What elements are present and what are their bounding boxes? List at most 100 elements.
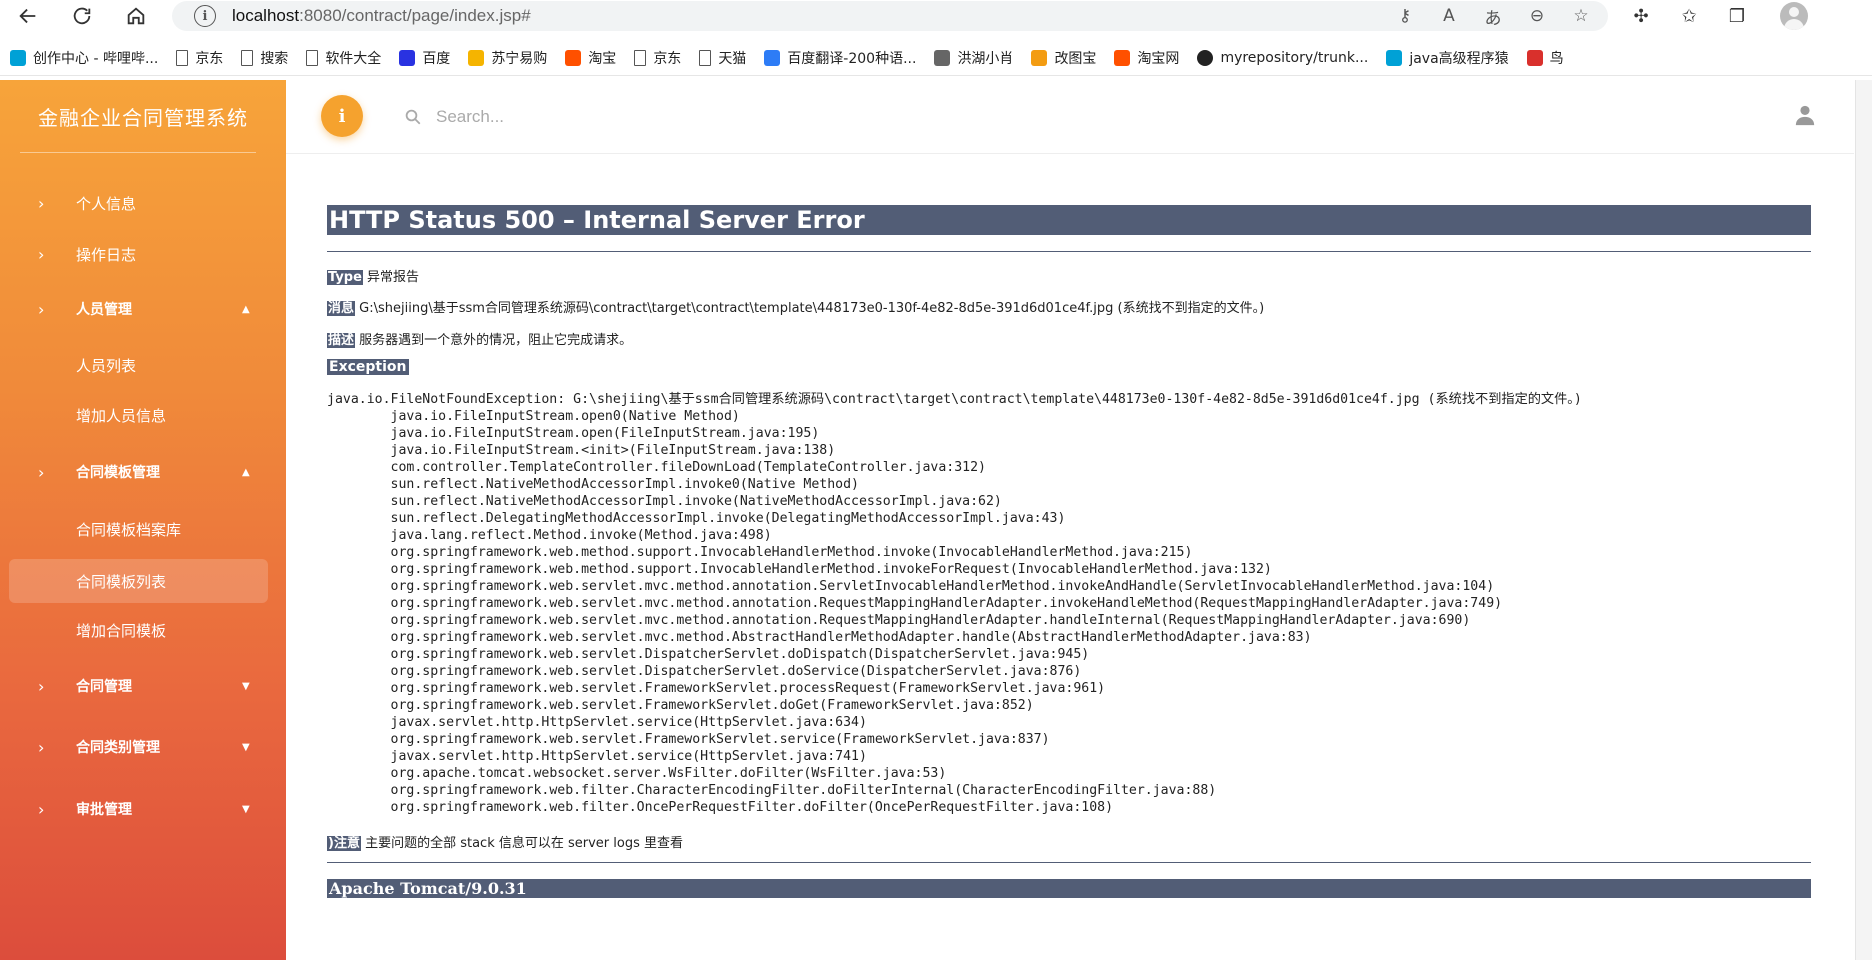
sidebar-sub-template-archive[interactable]: 合同模板档案库	[0, 507, 286, 551]
sidebar-sub-add-template[interactable]: 增加合同模板	[0, 608, 286, 652]
arrow-left-icon	[19, 8, 36, 24]
extensions-icon[interactable]: ✣	[1628, 3, 1654, 29]
document-icon	[634, 49, 647, 66]
bookmark-label: 鸟	[1549, 50, 1564, 67]
sidebar-item-approval-mgmt[interactable]: › 审批管理 ▼	[0, 787, 286, 831]
sidebar-item-contract-mgmt[interactable]: › 合同管理 ▼	[0, 664, 286, 708]
description-label: 描述	[327, 333, 356, 348]
bookmark-item[interactable]: java高级程序猿	[1386, 48, 1509, 68]
caret-down-icon: ▼	[242, 803, 250, 815]
suning-icon	[468, 49, 485, 66]
bookmark-label: 京东	[653, 50, 682, 67]
profile-avatar[interactable]	[1780, 2, 1808, 30]
bookmark-label: 搜索	[260, 50, 289, 67]
sidebar-item-template-mgmt[interactable]: › 合同模板管理 ▲	[0, 450, 286, 494]
bookmark-label: 软件大全	[325, 50, 382, 67]
page-scrollbar[interactable]	[1855, 80, 1872, 960]
sidebar-sub-template-list[interactable]: 合同模板列表	[9, 559, 268, 603]
message-value: G:\shejiing\基于ssm合同管理系统源码\contract\targe…	[355, 301, 1265, 316]
bookmark-label: 天猫	[718, 50, 747, 67]
bookmark-item[interactable]: 淘宝网	[1114, 48, 1179, 68]
type-label: Type	[327, 270, 363, 285]
home-button[interactable]	[120, 0, 152, 32]
search-input[interactable]	[436, 102, 1036, 132]
read-aloud-icon[interactable]: A	[1436, 4, 1462, 28]
sidebar-item-staff-mgmt[interactable]: › 人员管理 ▲	[0, 287, 286, 331]
bookmark-label: myrepository/trunk...	[1220, 49, 1369, 66]
bookmark-item[interactable]: 京东	[634, 48, 681, 68]
bookmark-item[interactable]: 百度	[399, 48, 450, 68]
url-text[interactable]: localhost:8080/contract/page/index.jsp#	[232, 6, 531, 26]
info-button[interactable]: i	[321, 95, 363, 137]
bookmark-item[interactable]: 搜索	[241, 48, 288, 68]
error-type-line: Type 异常报告	[327, 266, 419, 285]
sidebar-sub-add-staff[interactable]: 增加人员信息	[0, 393, 286, 437]
browser-actions: ✣ ✩ ❐	[1628, 0, 1808, 32]
sidebar: 金融企业合同管理系统 › 个人信息 › 操作日志 › 人员管理 ▲ 人员列表 增…	[0, 80, 286, 960]
favorites-icon[interactable]: ✩	[1676, 3, 1702, 29]
bookmark-label: 创作中心 - 哔哩哔...	[33, 50, 159, 67]
bookmark-item[interactable]: 改图宝	[1031, 48, 1096, 68]
bookmark-label: 改图宝	[1054, 50, 1097, 67]
document-icon	[176, 49, 189, 66]
bird-icon	[934, 49, 951, 66]
document-icon	[306, 49, 319, 66]
home-icon	[127, 7, 145, 25]
bookmark-label: 淘宝	[588, 50, 617, 67]
bookmark-label: 苏宁易购	[491, 50, 548, 67]
github-icon	[1197, 49, 1214, 66]
sidebar-item-contract-type-mgmt[interactable]: › 合同类别管理 ▼	[0, 725, 286, 769]
exception-heading: Exception	[327, 359, 409, 375]
bookmark-item[interactable]: 鸟	[1526, 48, 1564, 68]
reload-icon	[73, 7, 91, 25]
bookmark-label: java高级程序猿	[1409, 50, 1509, 67]
description-value: 服务器遇到一个意外的情况，阻止它完成请求。	[355, 333, 633, 348]
sidebar-item-operation-log[interactable]: › 操作日志	[0, 232, 286, 276]
site-info-icon[interactable]: i	[194, 5, 216, 27]
user-icon[interactable]	[1794, 104, 1816, 126]
collections-icon[interactable]: ❐	[1724, 3, 1750, 29]
bookmark-label: 洪湖小肖	[957, 50, 1014, 67]
bookmark-item[interactable]: 淘宝	[565, 48, 616, 68]
bookmark-item[interactable]: myrepository/trunk...	[1197, 49, 1369, 66]
bookmark-item[interactable]: 软件大全	[306, 48, 381, 68]
sidebar-item-personal-info[interactable]: › 个人信息	[0, 181, 286, 225]
chevron-right-icon: ›	[38, 244, 45, 264]
error-title: HTTP Status 500 – Internal Server Error	[327, 205, 1811, 235]
bookmark-label: 淘宝网	[1137, 50, 1180, 67]
sidebar-sub-staff-list[interactable]: 人员列表	[0, 343, 286, 387]
bookmark-item[interactable]: 苏宁易购	[468, 48, 547, 68]
bird-red-icon	[1526, 49, 1543, 66]
bookmark-label: 百度翻译-200种语...	[787, 50, 917, 67]
chevron-right-icon: ›	[38, 799, 45, 819]
bookmark-label: 百度	[422, 50, 451, 67]
message-label: 消息	[327, 301, 356, 316]
document-icon	[241, 49, 254, 66]
chevron-right-icon: ›	[38, 737, 45, 757]
bookmark-item[interactable]: 洪湖小肖	[934, 48, 1013, 68]
zoom-out-icon[interactable]: ⊖	[1524, 4, 1550, 28]
bookmark-item[interactable]: 京东	[176, 48, 223, 68]
back-button[interactable]	[12, 0, 44, 32]
bookmarks-bar: 创作中心 - 哔哩哔... 京东 搜索 软件大全 百度 苏宁易购 淘宝 京东 天猫 百度翻译-20…	[0, 40, 1872, 76]
error-message-line: 消息 G:\shejiing\基于ssm合同管理系统源码\contract\ta…	[327, 297, 1264, 316]
type-value: 异常报告	[362, 270, 420, 285]
divider-top	[327, 251, 1811, 252]
address-bar[interactable]: i localhost:8080/contract/page/index.jsp…	[172, 1, 1608, 31]
error-note-line: )注意 主要问题的全部 stack 信息可以在 server logs 里查看	[327, 832, 683, 851]
note-value: 主要问题的全部 stack 信息可以在 server logs 里查看	[360, 836, 684, 851]
bookmark-item[interactable]: 天猫	[699, 48, 746, 68]
translate-icon	[764, 49, 781, 66]
taobao-icon	[1114, 49, 1131, 66]
translate-page-icon[interactable]: あ	[1480, 4, 1506, 29]
bookmark-item[interactable]: 创作中心 - 哔哩哔...	[10, 48, 158, 68]
caret-down-icon: ▼	[242, 741, 250, 753]
key-icon[interactable]: ⚷	[1392, 4, 1418, 28]
bookmark-item[interactable]: 百度翻译-200种语...	[764, 48, 916, 68]
divider-bottom	[327, 862, 1811, 863]
app-header: i	[286, 80, 1854, 154]
caret-up-icon: ▲	[242, 466, 250, 478]
app-brand[interactable]: 金融企业合同管理系统	[38, 102, 248, 131]
reload-button[interactable]	[66, 0, 98, 32]
add-favorite-icon[interactable]: ☆	[1568, 4, 1594, 28]
